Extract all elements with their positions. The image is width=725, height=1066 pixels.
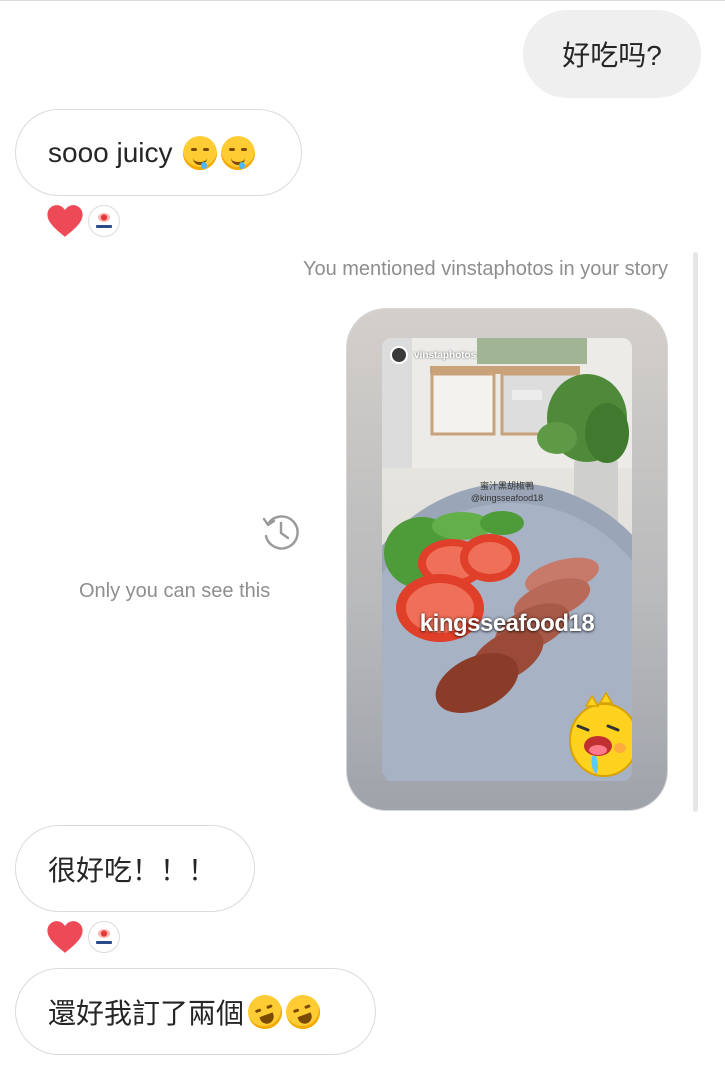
- history-icon: [262, 515, 299, 550]
- drooling-face-emoji: [220, 135, 255, 170]
- message-text: 好吃吗?: [562, 40, 662, 71]
- rolling-on-floor-laughing-emoji: [243, 989, 287, 1034]
- reactor-avatar[interactable]: [88, 205, 120, 237]
- message-reaction[interactable]: [46, 204, 120, 238]
- message-text: 還好我訂了兩個: [48, 997, 245, 1029]
- story-username: vinstaphotos: [414, 349, 477, 361]
- top-divider: [0, 0, 725, 1]
- incoming-message[interactable]: 很好吃！！！: [15, 825, 255, 912]
- story-mention-label: You mentioned vinstaphotos in your story: [302, 258, 668, 280]
- reactor-avatar[interactable]: [88, 921, 120, 953]
- drooling-face-emoji: [182, 135, 217, 170]
- rolling-on-floor-laughing-emoji: [281, 989, 325, 1034]
- heart-icon: [47, 205, 83, 237]
- outgoing-message[interactable]: 好吃吗?: [523, 10, 701, 98]
- incoming-message[interactable]: 還好我訂了兩個: [15, 968, 376, 1055]
- caption-line-2: @kingsseafood18: [470, 493, 544, 503]
- story-caption: 蜜汁黑胡椒鴨 @kingsseafood18: [382, 480, 632, 504]
- story-user: vinstaphotos: [390, 346, 476, 364]
- mention-sticker: kingsseafood18: [419, 610, 595, 637]
- drooling-cartoon-sticker: [569, 691, 632, 777]
- message-reaction[interactable]: [46, 920, 120, 954]
- private-note: Only you can see this: [79, 580, 271, 602]
- caption-line-1: 蜜汁黑胡椒鴨: [479, 481, 534, 491]
- story-image[interactable]: vinstaphotos 蜜汁黑胡椒鴨 @kingsseafood18 king…: [382, 338, 632, 781]
- message-text: sooo juicy: [48, 136, 173, 168]
- message-text: 很好吃！！！: [48, 854, 217, 886]
- story-user-avatar: [390, 346, 408, 364]
- incoming-message[interactable]: sooo juicy: [15, 109, 302, 196]
- heart-icon: [47, 921, 83, 953]
- scrollbar[interactable]: [693, 252, 698, 812]
